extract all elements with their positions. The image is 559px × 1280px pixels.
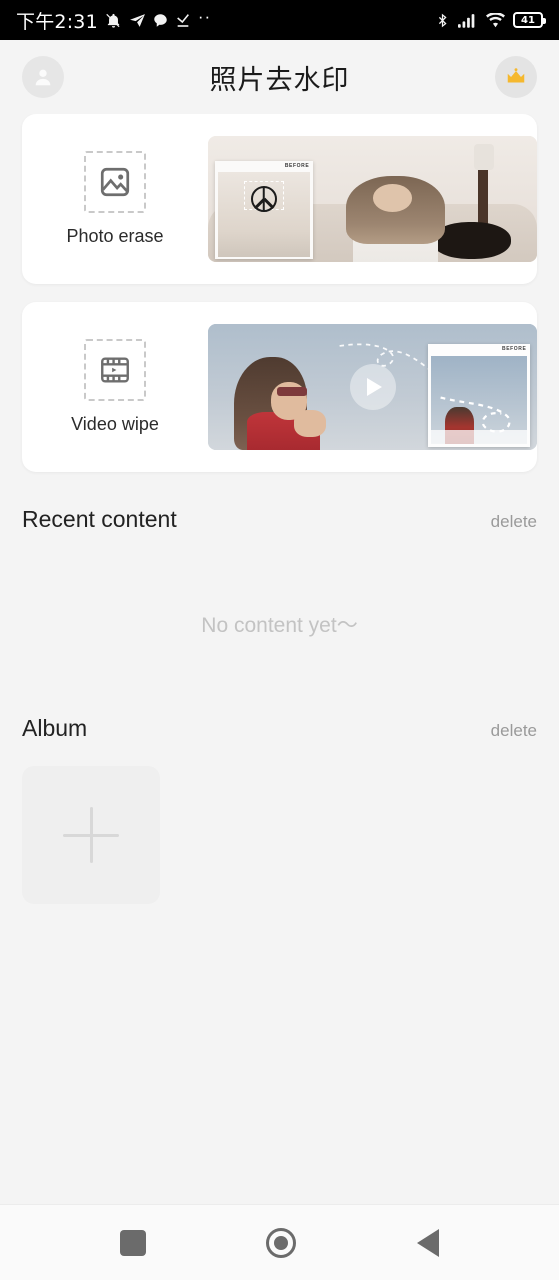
page-title: 照片去水印: [209, 64, 350, 96]
preview-person-face: [372, 183, 412, 212]
album-title: Album: [22, 715, 88, 741]
cellular-signal-icon: [458, 13, 478, 28]
recent-content-header: Recent content delete: [0, 506, 559, 533]
battery-icon: 41: [513, 12, 546, 28]
tool-card-video-wipe[interactable]: Video wipe BEFORE: [22, 302, 537, 472]
inset-dashed-wire: [440, 396, 511, 433]
preview-before-label: BEFORE: [284, 163, 310, 170]
wifi-icon: [486, 12, 505, 28]
triangle-back-icon[interactable]: [416, 1228, 439, 1257]
crown-icon: [507, 68, 525, 83]
preview-before-image: [217, 172, 311, 258]
tool-card-photo-erase-label: Photo erase: [66, 226, 164, 246]
album-add-tile[interactable]: [22, 766, 160, 904]
peace-sign-watermark: [250, 185, 277, 212]
plus-icon: [63, 807, 119, 863]
status-bar-clock: 下午2:31: [16, 10, 98, 33]
preview-before-inset: BEFORE: [214, 161, 314, 260]
tool-card-photo-erase-left: Photo erase: [22, 151, 208, 247]
tool-card-video-wipe-left: Video wipe: [22, 339, 208, 435]
recent-content-empty-state: No content yet〜: [201, 614, 358, 637]
recent-content-delete-button[interactable]: delete: [491, 512, 537, 532]
battery-percent: 41: [521, 14, 535, 26]
check-underline-icon: [175, 12, 191, 28]
album-grid: [0, 766, 559, 904]
circle-home-icon[interactable]: [266, 1227, 297, 1258]
main-content: Photo erase BEFORE Video wipe BEFORE Rec…: [0, 114, 559, 1204]
film-play-dashed-icon: [84, 339, 146, 401]
video-before-after-preview[interactable]: BEFORE: [208, 324, 537, 450]
status-bar-left: 下午2:31 ··: [16, 7, 211, 34]
square-recents-icon[interactable]: [120, 1229, 147, 1256]
app-header: 照片去水印: [0, 40, 559, 114]
premium-button[interactable]: [495, 56, 537, 98]
status-bar: 下午2:31 ·· 41: [0, 0, 559, 40]
speech-bubble-icon: [153, 13, 168, 28]
album-header: Album delete: [0, 715, 559, 742]
recent-content-title: Recent content: [22, 506, 177, 532]
bluetooth-icon: [435, 12, 450, 29]
peace-sign-stroke: [263, 197, 275, 210]
more-dots-icon: ··: [197, 7, 212, 26]
album-delete-button[interactable]: delete: [491, 721, 537, 741]
preview-guitar-head: [474, 143, 495, 170]
preview-before-inset: BEFORE: [428, 344, 531, 448]
android-nav-bar: [0, 1204, 559, 1280]
photo-before-after-preview[interactable]: BEFORE: [208, 136, 537, 262]
telegram-send-icon: [129, 12, 146, 29]
tool-card-video-wipe-label: Video wipe: [71, 414, 159, 434]
image-dashed-icon: [84, 151, 146, 213]
avatar[interactable]: [22, 56, 64, 98]
bell-muted-icon: [105, 12, 122, 29]
preview-before-image: [431, 356, 528, 445]
status-bar-right: 41: [435, 12, 546, 29]
phone-screen: 下午2:31 ·· 41 照片去水印 Photo erase BEFORE Vi…: [0, 0, 559, 1280]
tool-card-photo-erase[interactable]: Photo erase BEFORE: [22, 114, 537, 284]
preview-before-label: BEFORE: [501, 346, 527, 353]
play-icon[interactable]: [349, 364, 396, 410]
